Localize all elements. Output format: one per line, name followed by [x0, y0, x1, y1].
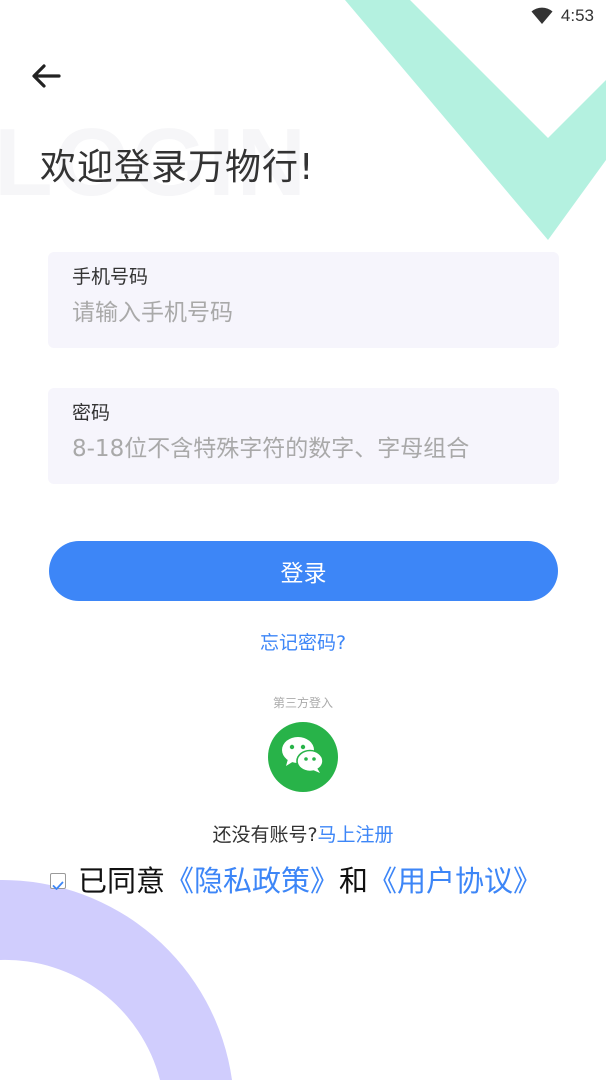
wifi-icon [531, 7, 553, 25]
password-field: 密码 [48, 388, 559, 484]
status-bar: 4:53 [531, 4, 594, 28]
phone-field: 手机号码 [48, 252, 559, 348]
user-agreement-link[interactable]: 《用户协议》 [368, 858, 542, 900]
register-prompt: 还没有账号? [212, 824, 318, 846]
password-input[interactable] [72, 436, 535, 462]
back-button[interactable] [26, 58, 66, 98]
agreement-row: 已同意 《隐私政策》 和 《用户协议》 [50, 858, 542, 900]
third-party-label: 第三方登入 [272, 696, 333, 710]
page-title: 欢迎登录万物行! [40, 147, 315, 188]
check-icon [52, 864, 64, 898]
login-button[interactable]: 登录 [49, 541, 558, 601]
wechat-login-button[interactable] [268, 722, 338, 792]
agreement-and: 和 [339, 864, 369, 898]
password-label: 密码 [72, 402, 111, 424]
login-screen: LOGIN 4:53 欢迎登录万物行! 手机号码 密码 登录 忘记密码? 第三方… [0, 0, 606, 1080]
phone-input[interactable] [72, 300, 535, 326]
wechat-icon [280, 735, 326, 779]
register-row: 还没有账号?马上注册 [0, 820, 606, 847]
phone-label: 手机号码 [72, 266, 149, 288]
status-time: 4:53 [560, 6, 594, 25]
agreement-checkbox[interactable] [50, 873, 66, 890]
mint-check-decoration [345, 0, 606, 240]
forgot-password-link[interactable]: 忘记密码? [0, 628, 606, 655]
privacy-policy-link[interactable]: 《隐私政策》 [165, 858, 339, 900]
arrow-left-icon [30, 62, 62, 94]
register-link[interactable]: 马上注册 [318, 824, 394, 846]
agreement-prefix: 已同意 [78, 864, 166, 898]
